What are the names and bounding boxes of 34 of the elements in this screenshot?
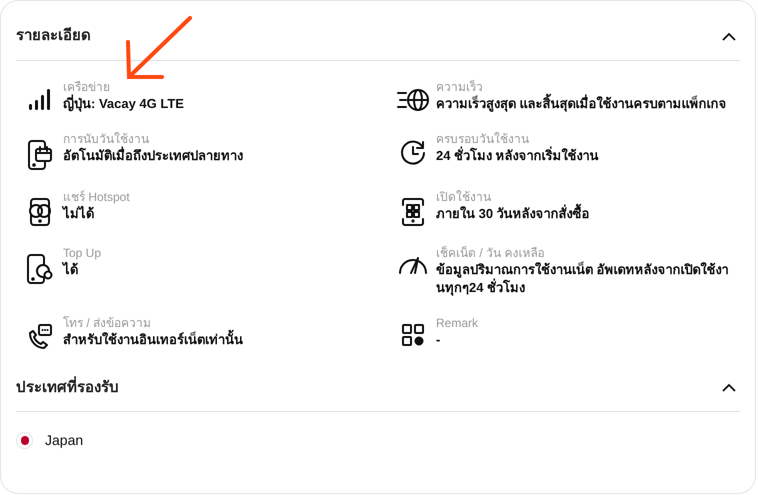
phone-calendar-icon <box>26 138 52 170</box>
detail-label: แชร์ Hotspot <box>63 188 130 204</box>
detail-value: ข้อมูลปริมาณการใช้งานเน็ต อัพเดทหลังจากเปิดใช้งานทุกๆ24 ชั่วโมง <box>436 260 730 296</box>
clock-icon <box>398 138 426 166</box>
detail-label: Remark <box>436 314 478 330</box>
detail-value: ความเร็วสูงสุด และสิ้นสุดเมื่อใช้งานครบตามแพ็กเกจ <box>436 94 727 112</box>
globe-speed-icon <box>396 86 430 112</box>
chevron-up-icon <box>722 383 736 392</box>
detail-value: 24 ชั่วโมง หลังจากเริ่มใช้งาน <box>436 146 599 164</box>
detail-label: เครือข่าย <box>63 78 111 94</box>
detail-value: อัตโนมัติเมื่อถึงประเทศปลายทาง <box>63 146 243 164</box>
apps-settings-icon <box>400 322 424 346</box>
qr-scan-icon <box>400 196 426 226</box>
collapse-button[interactable] <box>722 32 736 41</box>
detail-label: ความเร็ว <box>436 78 484 94</box>
detail-label: Top Up <box>63 244 102 260</box>
detail-value: ญี่ปุ่น: Vacay 4G LTE <box>63 94 184 112</box>
detail-label: เปิดใช้งาน <box>436 188 492 204</box>
detail-value: - <box>436 330 442 348</box>
detail-value: ภายใน 30 วันหลังจากสั่งซื้อ <box>436 204 590 222</box>
detail-value: สำหรับใช้งานอินเทอร์เน็ตเท่านั้น <box>63 330 243 348</box>
detail-value: ได้ <box>63 260 79 278</box>
detail-value: ไม่ได้ <box>63 204 95 222</box>
detail-label: การนับวันใช้งาน <box>63 130 150 146</box>
detail-label: เช็คเน็ต / วัน คงเหลือ <box>436 244 546 260</box>
detail-label: โทร / ส่งข้อความ <box>63 314 152 330</box>
section-title: รายละเอียด <box>16 26 91 46</box>
phone-coin-icon <box>26 252 54 284</box>
country-name: Japan <box>45 431 84 450</box>
chevron-up-icon <box>722 32 736 41</box>
section-title: ประเทศที่รองรับ <box>16 376 119 399</box>
signal-icon <box>26 86 52 112</box>
collapse-button[interactable] <box>722 383 736 392</box>
detail-label: ครบรอบวันใช้งาน <box>436 130 530 146</box>
